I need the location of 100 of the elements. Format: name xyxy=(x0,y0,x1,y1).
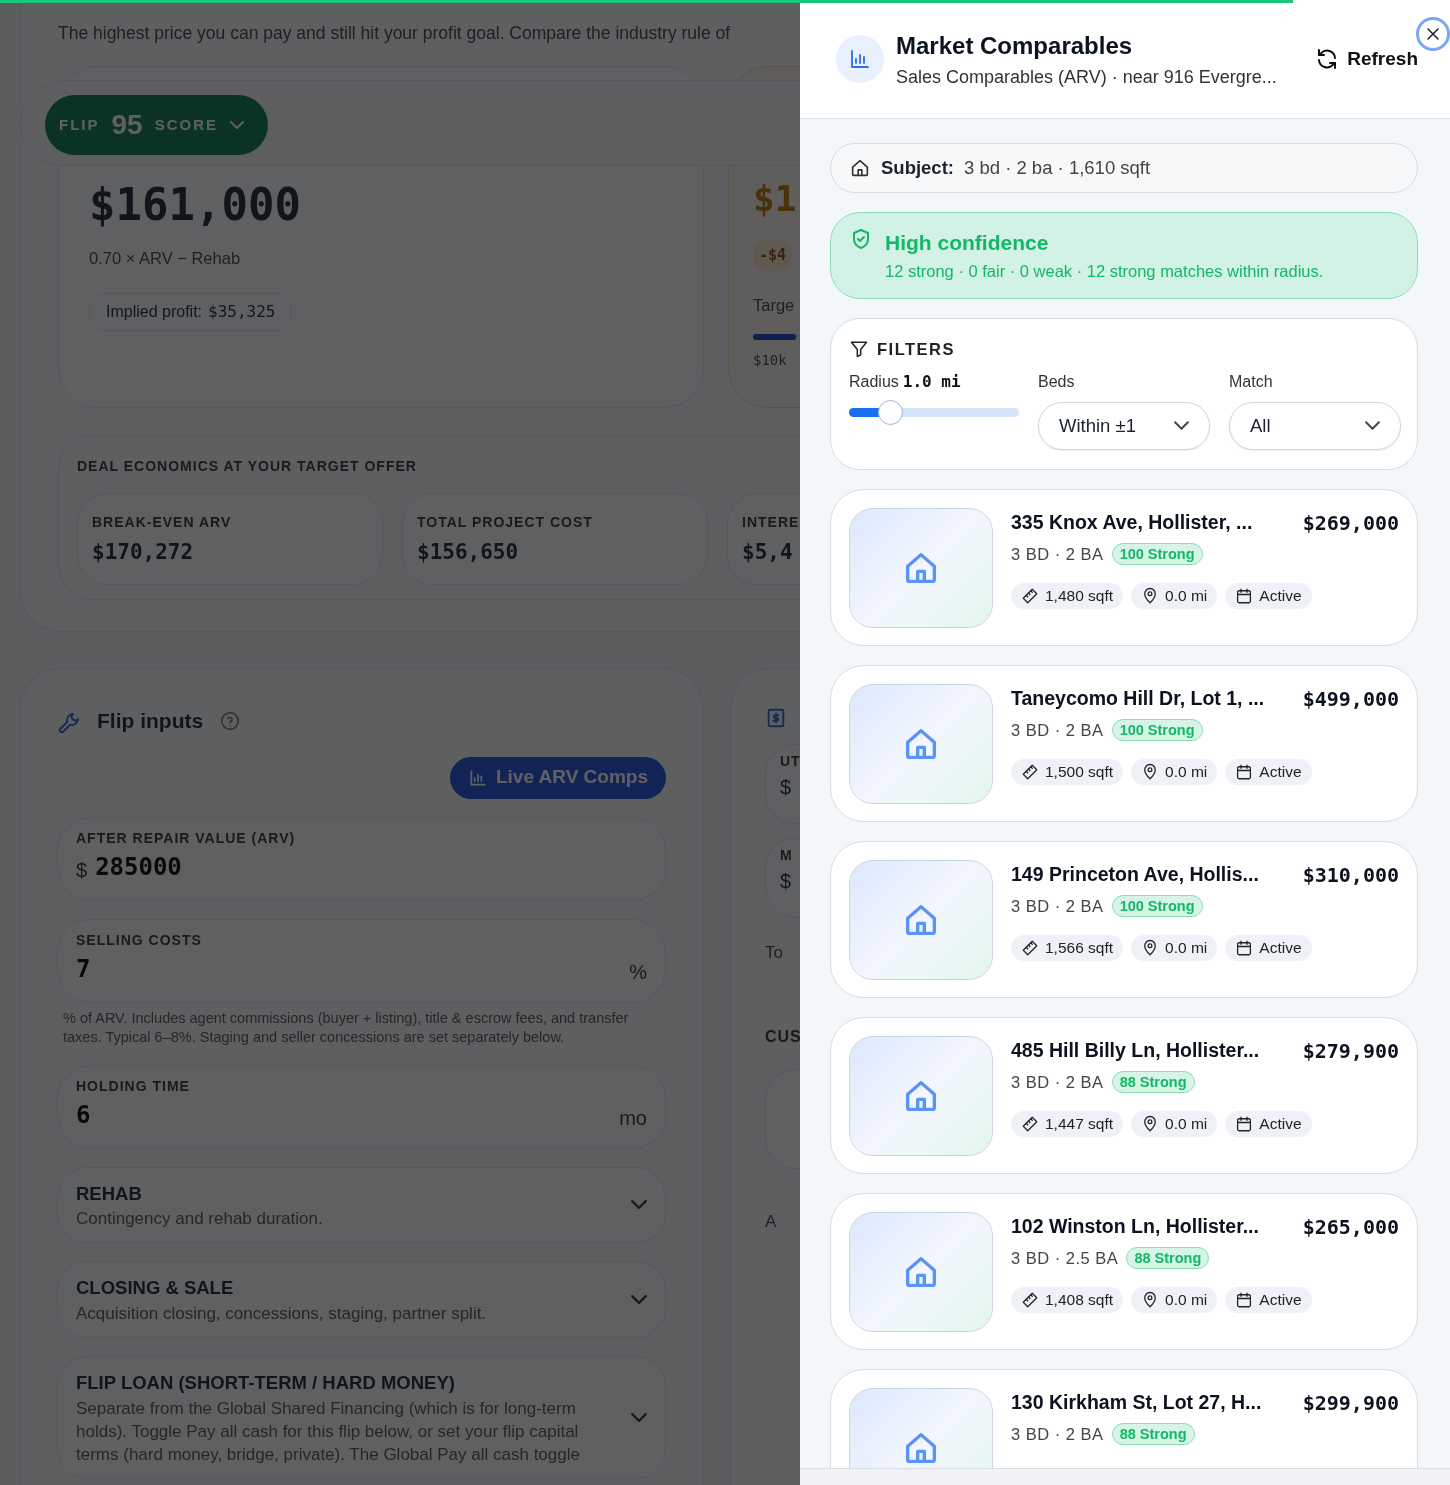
calendar-icon xyxy=(1235,938,1254,957)
stat-value: $156,650 xyxy=(417,539,520,567)
chevron-down-icon xyxy=(230,121,244,129)
calendar-icon xyxy=(1235,762,1254,781)
currency-symbol: $ xyxy=(780,868,793,894)
field-label: UT xyxy=(780,751,800,771)
comp-address: 102 Winston Ln, Hollister... xyxy=(1011,1214,1259,1239)
radius-slider[interactable] xyxy=(849,399,1019,425)
calendar-icon xyxy=(1235,1114,1254,1133)
comp-card[interactable]: 149 Princeton Ave, Hollis... $310,000 3 BD · 2 BA 100 Strong 1,566 sqft 0.0 mi Active xyxy=(830,841,1418,998)
dropdown-select[interactable]: Within ±1 xyxy=(1038,401,1210,450)
sqft-chip: 1,480 sqft xyxy=(1011,582,1124,609)
status-chip: Active xyxy=(1225,758,1312,785)
sqft-chip: 1,408 sqft xyxy=(1011,1286,1124,1313)
dropdown-select[interactable]: All xyxy=(1229,401,1401,450)
sqft-chip: 1,566 sqft xyxy=(1011,934,1124,961)
section-title: REHAB xyxy=(76,1181,143,1206)
drawer-title: Market Comparables xyxy=(896,30,1134,61)
ruler-icon xyxy=(1021,586,1039,605)
stat-label: TOTAL PROJECT COST xyxy=(417,513,594,533)
status-chip: Active xyxy=(1225,582,1312,609)
close-button[interactable] xyxy=(1416,17,1450,51)
section-description: Contingency and rehab duration. xyxy=(76,1208,324,1231)
stat-label: INTERE xyxy=(742,513,800,533)
match-score-badge: 100 Strong xyxy=(1111,719,1203,742)
section-description: The highest price you can pay and still hit your profit goal. Compare the industry rule of xyxy=(58,22,732,45)
filter-label: Beds xyxy=(1038,371,1076,392)
radius-label: Radius xyxy=(849,371,899,392)
item-label: A xyxy=(765,1211,778,1234)
filter-label: Match xyxy=(1229,371,1274,392)
field-value: 7 xyxy=(76,953,91,985)
comp-price: $279,900 xyxy=(1302,1038,1399,1065)
radius-value: 1.0 mi xyxy=(902,370,961,393)
beds-baths: 3 BD · 2.5 BA xyxy=(1011,1248,1119,1269)
offer-value: $161,000 xyxy=(89,178,302,233)
comp-address: 149 Princeton Ave, Hollis... xyxy=(1011,862,1259,887)
section-description: Separate from the Global Shared Financing (which is for long-term holds). Toggle Pay all cash for this flip below, or set your flip capital terms (hard money, bridge, private). The Global Pay all cash toggle xyxy=(76,1397,581,1466)
ruler-icon xyxy=(1021,938,1039,957)
match-score-badge: 88 Strong xyxy=(1126,1247,1210,1270)
drawer-subtitle: Sales Comparables (ARV) · near 916 Evergre... xyxy=(896,65,1278,89)
help-icon xyxy=(219,709,242,732)
beds-baths: 3 BD · 2 BA xyxy=(1011,720,1104,741)
beds-baths: 3 BD · 2 BA xyxy=(1011,1072,1104,1093)
filter-icon xyxy=(849,339,869,360)
beds-baths: 3 BD · 2 BA xyxy=(1011,896,1104,917)
comp-card[interactable]: 485 Hill Billy Ln, Hollister... $279,900 3 BD · 2 BA 88 Strong 1,447 sqft 0.0 mi Active xyxy=(830,1017,1418,1174)
subject-value: 3 bd · 2 ba · 1,610 sqft xyxy=(964,156,1151,181)
unit-label: mo xyxy=(619,1105,647,1131)
section-title: CLOSING & SALE xyxy=(76,1276,235,1301)
delta-chip: -$4 xyxy=(753,240,793,271)
field-help: % of ARV. Includes agent commissions (buyer + listing), title & escrow fees, and transfer taxes. Typical 6–8%. Staging and seller concessions are set separately below. xyxy=(63,1008,630,1047)
field-value: 285000 xyxy=(95,851,182,883)
sqft-chip: 1,447 sqft xyxy=(1011,1110,1124,1137)
comp-card[interactable]: 102 Winston Ln, Hollister... $265,000 3 BD · 2.5 BA 88 Strong 1,408 sqft 0.0 mi Active xyxy=(830,1193,1418,1350)
match-score-badge: 88 Strong xyxy=(1111,1071,1195,1094)
field-value: 6 xyxy=(76,1099,91,1131)
chevron-down-icon xyxy=(1174,421,1189,431)
profit-label: Implied profit: xyxy=(106,302,203,322)
stat-value: $5,4 xyxy=(742,539,794,567)
comp-price: $269,000 xyxy=(1302,510,1399,537)
target-label: Targe xyxy=(753,294,796,316)
slider-thumb[interactable] xyxy=(877,399,903,425)
collapsible-section[interactable] xyxy=(57,1356,666,1479)
comp-address: 335 Knox Ave, Hollister, ... xyxy=(1011,510,1253,535)
currency-symbol: $ xyxy=(76,857,88,883)
total-label: To xyxy=(765,941,784,964)
tick-label: $10k xyxy=(753,350,788,370)
match-score-badge: 100 Strong xyxy=(1111,895,1203,918)
distance-chip: 0.0 mi xyxy=(1131,758,1218,785)
comp-card[interactable]: 335 Knox Ave, Hollister, ... $269,000 3 BD · 2 BA 100 Strong 1,480 sqft 0.0 mi Active xyxy=(830,489,1418,646)
comp-price: $265,000 xyxy=(1302,1214,1399,1241)
subject-label: Subject: xyxy=(881,156,954,181)
distance-chip: 0.0 mi xyxy=(1131,1286,1218,1313)
status-chip: Active xyxy=(1225,1110,1312,1137)
distance-chip: 0.0 mi xyxy=(1131,934,1218,961)
section-description: Acquisition closing, concessions, staging, partner split. xyxy=(76,1303,488,1325)
comp-price: $310,000 xyxy=(1302,862,1399,889)
field-label: M xyxy=(780,845,794,865)
comp-price: $299,900 xyxy=(1302,1390,1399,1417)
ruler-icon xyxy=(1021,762,1039,781)
ruler-icon xyxy=(1021,1114,1039,1133)
stat-label: BREAK-EVEN ARV xyxy=(92,513,233,533)
unit-label: % xyxy=(629,959,647,985)
comp-card[interactable]: Taneycomo Hill Dr, Lot 1, ... $499,000 3 BD · 2 BA 100 Strong 1,500 sqft 0.0 mi Active xyxy=(830,665,1418,822)
beds-baths: 3 BD · 2 BA xyxy=(1011,1424,1104,1445)
match-score-badge: 100 Strong xyxy=(1111,543,1203,566)
comp-card[interactable]: 130 Kirkham St, Lot 27, H... $299,900 3 BD · 2 BA 88 Strong xyxy=(830,1369,1418,1468)
refresh-button[interactable]: Refresh xyxy=(1311,40,1422,78)
status-chip: Active xyxy=(1225,1286,1312,1313)
confidence-title: High confidence xyxy=(885,230,1050,256)
beds-baths: 3 BD · 2 BA xyxy=(1011,544,1104,565)
profit-value: $35,325 xyxy=(208,301,276,323)
section-title: FLIP LOAN (SHORT-TERM / HARD MONEY) xyxy=(76,1371,456,1395)
distance-chip: 0.0 mi xyxy=(1131,582,1218,609)
economics-title: DEAL ECONOMICS AT YOUR TARGET OFFER xyxy=(77,457,418,477)
calendar-icon xyxy=(1235,1290,1254,1309)
ruler-icon xyxy=(1021,1290,1039,1309)
comp-price: $499,000 xyxy=(1302,686,1399,713)
match-score-badge: 88 Strong xyxy=(1111,1423,1195,1446)
field-label: AFTER REPAIR VALUE (ARV) xyxy=(76,828,297,848)
